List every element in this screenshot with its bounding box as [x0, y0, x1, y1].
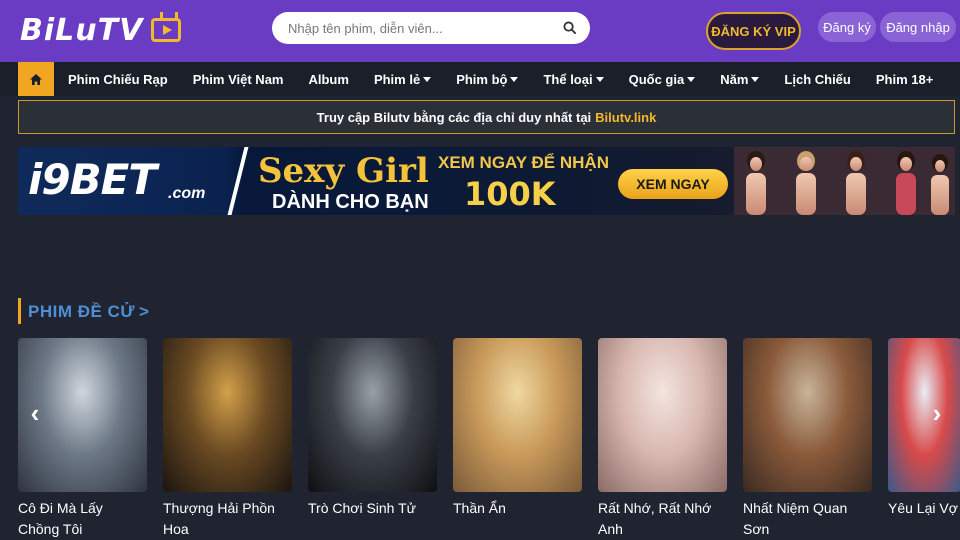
notice-bar: Truy cập Bilutv bằng các địa chỉ duy nhấ…: [18, 100, 955, 134]
movie-title[interactable]: Yêu Lại Vợ Cũ: [888, 498, 960, 519]
banner-brand: i9BET: [28, 155, 157, 204]
nav-item[interactable]: Phim bộ: [456, 71, 519, 87]
banner-cta-text: XEM NGAY ĐỂ NHẬN: [438, 153, 609, 172]
recommended-carousel: Cô Đi Mà Lấy Chồng Tôi Thượng Hải Phồn Ho…: [18, 338, 960, 540]
login-button[interactable]: Đăng nhập: [880, 12, 956, 42]
logo-text: BiLuTV: [20, 12, 144, 48]
movie-poster[interactable]: [598, 338, 727, 492]
movie-card[interactable]: Cô Đi Mà Lấy Chồng Tôi: [18, 338, 147, 540]
nav-item-label: Phim bộ: [456, 71, 508, 87]
caret-down-icon: [595, 76, 604, 82]
movie-card[interactable]: Yêu Lại Vợ Cũ: [888, 338, 960, 519]
section-title[interactable]: PHIM ĐỀ CỬ >: [28, 302, 149, 322]
nav-item-label: Quốc gia: [628, 71, 685, 87]
nav-item[interactable]: Phim lẻ: [373, 71, 432, 87]
nav-item[interactable]: Năm: [720, 71, 760, 87]
caret-down-icon: [751, 76, 760, 82]
carousel-prev-icon[interactable]: ‹: [22, 398, 48, 428]
nav-item[interactable]: Lịch Chiếu: [784, 72, 850, 87]
movie-title[interactable]: Trò Chơi Sinh Tử: [308, 498, 437, 519]
home-button[interactable]: [18, 62, 54, 96]
banner-brand-suffix: .com: [168, 185, 206, 202]
chevron-right-icon: >: [138, 302, 150, 321]
search-icon[interactable]: [563, 21, 576, 34]
movie-card[interactable]: Thượng Hải Phồn Hoa: [163, 338, 292, 540]
movie-card[interactable]: Thần Ẩn: [453, 338, 582, 519]
movie-title[interactable]: Nhất Niệm Quan Sơn: [743, 498, 872, 540]
main-nav: Phim Chiếu Rạp Phim Việt Nam Album Phim lẻ P…: [0, 62, 960, 96]
search-input[interactable]: [288, 12, 548, 44]
nav-item[interactable]: Thể loại: [543, 71, 604, 87]
nav-menu: Phim Chiếu Rạp Phim Việt Nam Album Phim lẻ P…: [68, 62, 958, 96]
caret-down-icon: [510, 76, 519, 82]
movie-card[interactable]: Trò Chơi Sinh Tử: [308, 338, 437, 519]
nav-item[interactable]: Phim Chiếu Rạp: [68, 72, 168, 87]
nav-item[interactable]: Phim Việt Nam: [193, 72, 284, 87]
caret-down-icon: [423, 76, 432, 82]
movie-title[interactable]: Thượng Hải Phồn Hoa: [163, 498, 292, 540]
nav-item-label: Phim Chiếu Rạp: [68, 71, 168, 87]
caret-down-icon: [687, 76, 696, 82]
banner-subline: DÀNH CHO BẠN: [272, 191, 429, 213]
carousel-next-icon[interactable]: ›: [924, 398, 950, 428]
banner-watch-button[interactable]: XEM NGAY: [618, 169, 728, 199]
banner-amount: 100K: [464, 175, 556, 213]
nav-item-label: Lịch Chiếu: [784, 71, 851, 87]
movie-poster[interactable]: [453, 338, 582, 492]
nav-item-label: Năm: [720, 71, 749, 87]
movie-title[interactable]: Rất Nhớ, Rất Nhớ Anh: [598, 498, 727, 540]
tv-icon: [151, 18, 182, 42]
movie-title[interactable]: Cô Đi Mà Lấy Chồng Tôi: [18, 498, 147, 540]
nav-item-label: Phim lẻ: [373, 71, 421, 87]
nav-item-label: Thể loại: [543, 71, 593, 87]
movie-card[interactable]: Nhất Niệm Quan Sơn: [743, 338, 872, 540]
nav-item[interactable]: Quốc gia: [629, 72, 696, 87]
banner-divider: [227, 147, 249, 215]
nav-item[interactable]: Album: [308, 72, 348, 87]
movie-title[interactable]: Thần Ẩn: [453, 498, 582, 519]
movie-poster[interactable]: [743, 338, 872, 492]
ad-banner[interactable]: i9BET .com Sexy Girl DÀNH CHO BẠN XEM NG…: [18, 147, 955, 215]
section-accent-bar: [18, 298, 21, 324]
movie-poster[interactable]: [163, 338, 292, 492]
notice-link[interactable]: Bilutv.link: [595, 110, 656, 125]
notice-text: Truy cập Bilutv bằng các địa chỉ duy nhấ…: [316, 109, 592, 125]
nav-item[interactable]: Phim 18+: [876, 72, 933, 87]
section-title-text: PHIM ĐỀ CỬ: [28, 302, 135, 321]
nav-item-label: Album: [308, 71, 349, 87]
banner-headline: Sexy Girl: [258, 151, 429, 191]
nav-item-label: Phim Việt Nam: [192, 71, 284, 87]
search-box: [272, 12, 590, 44]
register-button[interactable]: Đăng ký: [818, 12, 876, 42]
home-icon: [30, 73, 42, 85]
site-logo[interactable]: BiLuTV: [20, 12, 182, 48]
vip-register-button[interactable]: ĐĂNG KÝ VIP: [706, 12, 801, 50]
top-header: BiLuTV ĐĂNG KÝ VIP Đăng ký Đăng nhập: [0, 0, 960, 62]
banner-models-image: [734, 147, 955, 215]
movie-card[interactable]: Rất Nhớ, Rất Nhớ Anh: [598, 338, 727, 540]
nav-item-label: Phim 18+: [875, 71, 934, 87]
movie-poster[interactable]: [308, 338, 437, 492]
